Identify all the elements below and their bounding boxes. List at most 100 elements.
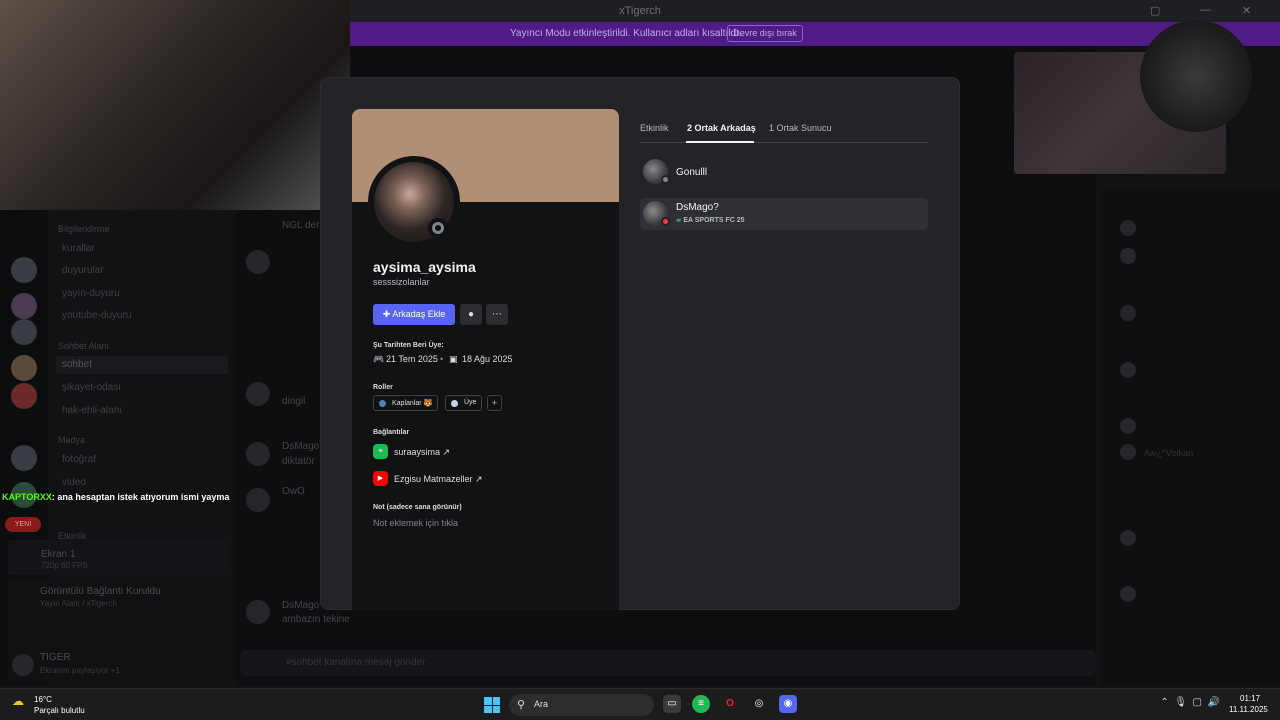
weather-desc[interactable]: Parçalı bulutlu: [34, 706, 85, 715]
server-icon[interactable]: [11, 383, 37, 409]
task-view-icon[interactable]: ▭: [663, 695, 681, 713]
role-color-dot: [451, 400, 458, 407]
server-icon[interactable]: [11, 355, 37, 381]
message-text: ambazın tekine: [282, 614, 350, 625]
clock-date[interactable]: 11.11.2025: [1229, 705, 1268, 714]
tab-mutual-friends[interactable]: 2 Ortak Arkadaş: [687, 123, 756, 133]
note-input[interactable]: Not eklemek için tıkla: [373, 518, 458, 528]
role-color-dot: [379, 400, 386, 407]
role-chip[interactable]: Üye: [445, 395, 483, 411]
member-avatar[interactable]: [1120, 418, 1136, 434]
role-chip[interactable]: Kaplanlar 🐯: [373, 395, 439, 411]
connection-name: Ezgisu Matmazeller ↗: [394, 474, 483, 484]
message-author[interactable]: DsMago: [282, 600, 319, 611]
voice-channel[interactable]: Yayın Alanı / xTigerch: [40, 599, 117, 608]
spotify-app-icon[interactable]: ≡: [692, 695, 710, 713]
category-media[interactable]: Medya: [58, 435, 85, 445]
channel-hak-ehli[interactable]: hak-ehli-alanı: [62, 405, 122, 416]
taskbar-search[interactable]: ⚲ Ara: [509, 694, 654, 716]
member-avatar[interactable]: [1120, 248, 1136, 264]
weather-icon[interactable]: ☁: [12, 694, 28, 708]
more-icon: ⋯: [492, 309, 502, 320]
message-composer[interactable]: #sohbet kanalına mesaj gönder: [240, 650, 1096, 676]
member-avatar[interactable]: [1120, 530, 1136, 546]
category-info[interactable]: Bilgilendirme: [58, 224, 110, 234]
member-avatar[interactable]: [1120, 362, 1136, 378]
disable-streamer-mode-button[interactable]: Devre dışı bırak: [727, 25, 803, 42]
role-name: Üye: [464, 399, 477, 406]
start-button[interactable]: [484, 697, 500, 713]
avatar[interactable]: [246, 250, 270, 274]
stream-quality: 720p 60 FPS: [41, 561, 88, 570]
member-avatar[interactable]: [1120, 305, 1136, 321]
message-text: dingil: [282, 396, 306, 407]
member-avatar[interactable]: [1120, 220, 1136, 236]
taskbar: ☁ 16°C Parçalı bulutlu ⚲ Ara ▭ ≡ O ◎ ◉ ⌃…: [0, 688, 1280, 720]
search-label: Ara: [534, 699, 549, 709]
channel-youtube-duyuru[interactable]: youtube-duyuru: [62, 310, 132, 321]
server-icon[interactable]: [11, 319, 37, 345]
tab-mutual-servers[interactable]: 1 Ortak Sunucu: [769, 123, 832, 133]
channel-kurallar[interactable]: kurallar: [62, 243, 95, 254]
profile-username: sesssizolanlar: [373, 277, 430, 287]
avatar[interactable]: [246, 442, 270, 466]
message-button[interactable]: ●: [460, 304, 482, 325]
more-options-button[interactable]: ⋯: [486, 304, 508, 325]
member-name[interactable]: Aw¿^Volkan: [1144, 448, 1193, 458]
connection-name: suraaysima ↗: [394, 447, 451, 457]
discord-app-icon[interactable]: ◉: [779, 695, 797, 713]
profile-avatar[interactable]: [368, 156, 460, 248]
minimize-icon[interactable]: —: [1200, 4, 1211, 16]
clock-time[interactable]: 01:17: [1240, 694, 1260, 703]
overlay-chat-text: : ana hesaptan istek atıyorum ismi yayma: [51, 492, 230, 502]
role-name: Kaplanlar 🐯: [392, 400, 433, 407]
friend-activity: ▰ EA SPORTS FC 25: [676, 216, 745, 224]
add-role-button[interactable]: +: [487, 395, 502, 411]
channel-fotograf[interactable]: fotoğraf: [62, 454, 96, 465]
streamer-mode-banner: Yayıncı Modu etkinleştirildi. Kullanıcı …: [350, 22, 1280, 46]
add-friend-button[interactable]: ✚ Arkadaş Ekle: [373, 304, 455, 325]
message-author[interactable]: DsMago: [282, 441, 319, 452]
avatar[interactable]: [246, 382, 270, 406]
tab-activity[interactable]: Etkinlik: [640, 123, 669, 133]
user-panel: TIGER Ekranını paylaşıyor +1: [8, 650, 228, 682]
webcam-overlay: [0, 0, 350, 210]
profile-display-name: aysima_aysima: [373, 259, 476, 275]
system-tray[interactable]: ⌃ 🎙 ▢ 🔊: [1160, 697, 1220, 708]
category-chat[interactable]: Sohbet Alanı: [58, 341, 109, 351]
voice-status: Görüntülü Bağlantı Kuruldu: [40, 586, 161, 597]
channel-sikayet[interactable]: şikayet-odası: [62, 382, 121, 393]
profile-card: aysima_aysima sesssizolanlar ✚ Arkadaş E…: [352, 109, 619, 610]
tab-underline: [686, 141, 754, 143]
message-text: diktatör: [282, 456, 315, 467]
spotify-icon: ≡: [373, 444, 388, 459]
member-avatar[interactable]: [1120, 444, 1136, 460]
weather-temp[interactable]: 16°C: [34, 695, 52, 704]
avatar[interactable]: [246, 488, 270, 512]
profile-tabs: Etkinlik 2 Ortak Arkadaş 1 Ortak Sunucu: [640, 121, 928, 143]
offline-status-icon: [428, 218, 448, 238]
user-avatar[interactable]: [12, 654, 34, 676]
inbox-icon[interactable]: ▢: [1150, 4, 1160, 17]
stream-title: Ekran 1: [41, 549, 76, 560]
server-icon[interactable]: [11, 257, 37, 283]
app-icon[interactable]: ◎: [750, 695, 768, 713]
add-friend-icon: ✚: [382, 309, 393, 319]
channel-yayin-duyuru[interactable]: yayın-duyuru: [62, 288, 120, 299]
server-icon[interactable]: [11, 293, 37, 319]
mutual-friend-item[interactable]: DsMago? ▰ EA SPORTS FC 25: [640, 198, 928, 230]
channel-duyurular[interactable]: duyurular: [62, 265, 104, 276]
server-icon[interactable]: [11, 445, 37, 471]
avatar[interactable]: [246, 600, 270, 624]
close-icon[interactable]: ✕: [1242, 4, 1251, 17]
note-heading: Not (sadece sana görünür): [373, 504, 462, 511]
message-author[interactable]: OwO: [282, 486, 305, 497]
stream-panel[interactable]: Ekran 1 720p 60 FPS: [8, 540, 228, 575]
member-avatar[interactable]: [1120, 586, 1136, 602]
channel-video[interactable]: video: [62, 477, 86, 488]
channel-sohbet[interactable]: sohbet: [56, 356, 228, 374]
youtube-icon: ▶: [373, 471, 388, 486]
mutual-friend-item[interactable]: Gonulll: [640, 156, 928, 188]
opera-app-icon[interactable]: O: [721, 695, 739, 713]
roles-heading: Roller: [373, 384, 393, 391]
